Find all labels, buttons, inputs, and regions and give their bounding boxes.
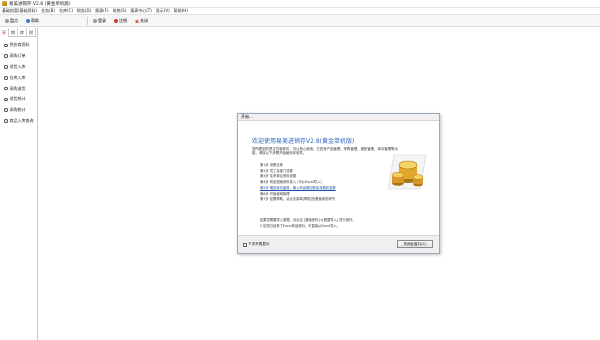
toolbar-button-inventory[interactable]: 盘点 [2, 17, 21, 25]
toolbar-button-login[interactable]: 登录 [90, 17, 109, 25]
dialog-title: 开始... [238, 114, 439, 121]
menu-item[interactable]: 业务(B) [41, 8, 55, 14]
sidebar-item[interactable]: 供应商资料 [0, 40, 37, 51]
footnote-line: 2.如您已经有了Excel商品资料，可直接从Excel导入。 [260, 223, 340, 228]
help-icon [26, 19, 30, 23]
circle-icon [4, 43, 8, 48]
sidebar-tabs: 采 销 库 财 [0, 28, 37, 37]
logout-icon [114, 19, 118, 23]
menu-item[interactable]: 显示(V) [156, 8, 170, 14]
gold-coins-icon [387, 154, 427, 190]
sidebar-item[interactable]: 采购订单 [0, 51, 37, 62]
app-icon [2, 1, 7, 6]
checkbox-label: 下次不再显示 [248, 242, 270, 246]
toolbar-button-label: 关闭 [140, 18, 148, 23]
dont-show-again-checkbox[interactable]: 下次不再显示 [243, 242, 270, 247]
footnote: 如果您需要导入数据，请点击 [基础资料]→[数据导入] 进行操作。 2.如您已经… [260, 218, 410, 229]
circle-icon [4, 65, 8, 69]
circle-icon [4, 108, 8, 112]
sidebar-item[interactable]: 进货入库 [0, 62, 37, 73]
sidebar-item-label: 采购订单 [9, 53, 26, 59]
menu-item[interactable]: 系统(S) [113, 8, 127, 14]
step-item: 第7步 如需帮助，请点击菜单[帮助]查看使用说明书 [260, 197, 335, 202]
toolbar-button-label: 盘点 [10, 18, 18, 23]
sidebar-item-label: 进货统计 [9, 96, 26, 102]
menu-item[interactable]: 报表(F) [95, 8, 108, 14]
toolbar-button-help[interactable]: 帮助 [23, 17, 42, 25]
sidebar-item-label: 供应商资料 [9, 42, 30, 48]
menu-item[interactable]: 报表中心(T) [130, 8, 152, 14]
title-bar: 易美进销存 V2.8 (黄金单机版) [0, 0, 600, 8]
toolbar-button-logout[interactable]: 注销 [111, 17, 130, 25]
circle-icon [4, 76, 8, 80]
sidebar-tab-stock[interactable]: 库 [18, 28, 27, 37]
sidebar-item[interactable]: 进货统计 [0, 94, 37, 105]
sidebar-item[interactable]: 采购统计 [0, 105, 37, 116]
sidebar-tab-finance[interactable]: 财 [27, 28, 36, 37]
menu-bar: 基础档案(基础资料) 业务(B) 仓库(C) 财务(D) 报表(F) 系统(S)… [0, 8, 600, 15]
dialog-footer: 下次不再显示 关闭此窗口(C) [238, 235, 439, 253]
sidebar-item-label: 商品入库查询 [9, 117, 34, 123]
login-icon [93, 19, 97, 23]
checkbox-box[interactable] [243, 242, 247, 247]
sidebar-item[interactable]: 采购退货 [0, 83, 37, 94]
sidebar: 采 销 库 财 供应商资料 采购订单 进货入库 仓库入库 采购退货 进货统计 采… [0, 28, 38, 340]
sidebar-item-label: 采购统计 [9, 107, 26, 113]
circle-icon [4, 54, 8, 58]
sidebar-tab-sales[interactable]: 销 [9, 28, 18, 37]
toolbar: 盘点 帮助 登录 注销 关闭 [0, 15, 600, 27]
toolbar-button-label: 帮助 [31, 18, 39, 23]
toolbar-button-close[interactable]: 关闭 [132, 17, 151, 25]
sidebar-item-label: 进货入库 [9, 63, 26, 69]
sidebar-item-label: 采购退货 [9, 85, 26, 91]
circle-icon [4, 119, 8, 123]
inventory-icon [5, 19, 9, 23]
sidebar-item-label: 仓库入库 [9, 74, 26, 80]
sidebar-item[interactable]: 商品入库查询 [0, 116, 37, 127]
circle-icon [4, 86, 8, 91]
intro-text: 您所看到的是正式版软件，可以放心使用，它具有产品管理、采购管理、销售管理、库存管… [252, 147, 398, 156]
menu-item[interactable]: 财务(D) [77, 8, 91, 14]
close-icon [135, 19, 139, 23]
close-dialog-button[interactable]: 关闭此窗口(C) [397, 240, 433, 248]
toolbar-button-label: 登录 [98, 18, 106, 23]
circle-icon [4, 97, 8, 102]
menu-item[interactable]: 基础档案(基础资料) [2, 8, 37, 14]
sidebar-item[interactable]: 仓库入库 [0, 72, 37, 83]
sidebar-tab-purchase[interactable]: 采 [0, 28, 9, 37]
dialog-body: 欢迎使用易美进销存V2.8(黄金单机版) 您所看到的是正式版软件，可以放心使用，… [238, 121, 439, 236]
welcome-heading: 欢迎使用易美进销存V2.8(黄金单机版) [252, 138, 355, 145]
menu-item[interactable]: 仓库(C) [59, 8, 73, 14]
sidebar-list: 供应商资料 采购订单 进货入库 仓库入库 采购退货 进货统计 采购统计 商品入库… [0, 37, 37, 126]
menu-item[interactable]: 帮助(H) [174, 8, 188, 14]
toolbar-button-label: 注销 [119, 18, 127, 23]
steps-list: 第1步 设置仓库 第2步 员工及部门设置 第3步 往来单位资料设置 第4步 商品… [260, 163, 390, 203]
window-title: 易美进销存 V2.8 (黄金单机版) [9, 1, 71, 7]
toolbar-separator [87, 17, 88, 25]
start-dialog: 开始... 欢迎使用易美进销存V2.8(黄金单机版) 您所看到的是正式版软件，可… [237, 113, 440, 254]
